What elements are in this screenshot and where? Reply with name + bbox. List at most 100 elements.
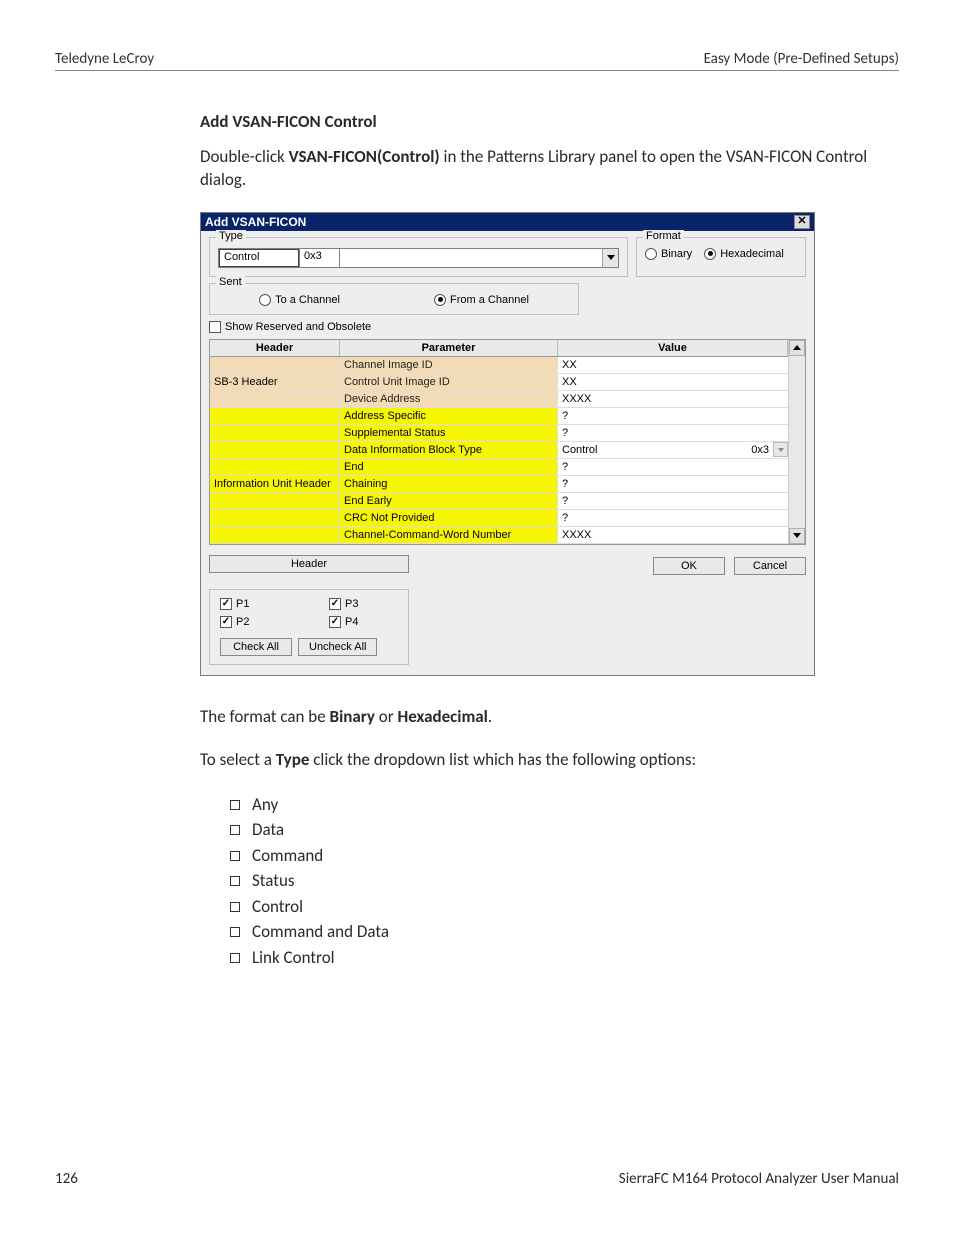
type-dropdown[interactable]: Control 0x3 — [218, 248, 619, 268]
port-p3-checkbox[interactable]: P3 — [329, 598, 398, 610]
ports-group: P1 P3 P2 P4 Check All Uncheck All — [209, 589, 409, 665]
page-header: Teledyne LeCroy Easy Mode (Pre-Defined S… — [55, 50, 899, 71]
value-cell[interactable]: ? — [558, 476, 788, 492]
table-row: Information Unit HeaderChaining? — [210, 476, 788, 493]
params-table: Header Parameter Value Channel Image IDX… — [209, 339, 806, 545]
param-cell: Data Information Block Type — [340, 442, 558, 458]
list-item: Data — [230, 817, 879, 843]
value-cell[interactable]: XX — [558, 357, 788, 373]
table-row: Address Specific? — [210, 408, 788, 425]
header-cell: SB-3 Header — [210, 374, 340, 390]
chevron-down-icon[interactable] — [602, 249, 618, 267]
sent-to-channel-radio[interactable]: To a Channel — [259, 294, 340, 306]
type-legend: Type — [216, 230, 246, 242]
dialog-titlebar: Add VSAN-FICON ✕ — [201, 213, 814, 231]
param-cell: CRC Not Provided — [340, 510, 558, 526]
list-item: Control — [230, 894, 879, 920]
show-reserved-checkbox[interactable]: Show Reserved and Obsolete — [209, 321, 806, 333]
table-row: CRC Not Provided? — [210, 510, 788, 527]
list-item: Command — [230, 843, 879, 869]
section-heading: Add VSAN-FICON Control — [200, 111, 879, 132]
table-header-row: Header Parameter Value — [210, 340, 788, 357]
header-cell: Information Unit Header — [210, 476, 340, 492]
cancel-button[interactable]: Cancel — [734, 557, 806, 575]
param-cell: Channel Image ID — [340, 357, 558, 373]
chevron-down-icon[interactable] — [773, 442, 788, 457]
bullet-icon — [230, 800, 240, 810]
close-icon[interactable]: ✕ — [794, 215, 810, 229]
header-left: Teledyne LeCroy — [55, 50, 154, 68]
header-cell — [210, 391, 340, 407]
type-note: To select a Type click the dropdown list… — [200, 749, 879, 772]
value-cell[interactable]: XX — [558, 374, 788, 390]
page-footer: 126 SierraFC M164 Protocol Analyzer User… — [55, 1170, 899, 1188]
header-cell — [210, 493, 340, 509]
table-row: SB-3 HeaderControl Unit Image IDXX — [210, 374, 788, 391]
scroll-down-icon[interactable] — [789, 528, 805, 544]
table-row: End Early? — [210, 493, 788, 510]
format-hex-radio[interactable]: Hexadecimal — [704, 248, 784, 260]
table-row: Channel Image IDXX — [210, 357, 788, 374]
scroll-up-icon[interactable] — [789, 340, 805, 356]
uncheck-all-button[interactable]: Uncheck All — [298, 638, 377, 656]
port-p2-checkbox[interactable]: P2 — [220, 616, 289, 628]
value-cell[interactable]: ? — [558, 408, 788, 424]
value-cell[interactable]: ? — [558, 493, 788, 509]
header-cell — [210, 459, 340, 475]
bullet-icon — [230, 851, 240, 861]
ok-button[interactable]: OK — [653, 557, 725, 575]
bullet-icon — [230, 927, 240, 937]
format-group: Format Binary Hexadecimal — [636, 237, 806, 277]
format-note: The format can be Binary or Hexadecimal. — [200, 706, 879, 729]
table-row: End? — [210, 459, 788, 476]
bullet-icon — [230, 902, 240, 912]
value-cell[interactable]: XXXX — [558, 527, 788, 543]
format-binary-radio[interactable]: Binary — [645, 248, 692, 260]
list-item: Command and Data — [230, 919, 879, 945]
port-p1-checkbox[interactable]: P1 — [220, 598, 289, 610]
sent-group: Sent To a Channel From a Channel — [209, 283, 579, 315]
intro-paragraph: Double-click VSAN-FICON(Control) in the … — [200, 146, 879, 192]
value-cell[interactable]: ? — [558, 459, 788, 475]
page-number: 126 — [55, 1170, 78, 1188]
param-cell: Channel-Command-Word Number — [340, 527, 558, 543]
header-selector: Header P1 P3 P2 P4 Check All Uncheck All — [209, 555, 409, 665]
sent-from-channel-radio[interactable]: From a Channel — [434, 294, 529, 306]
table-scrollbar[interactable] — [788, 340, 805, 544]
param-cell: Supplemental Status — [340, 425, 558, 441]
type-group: Type Control 0x3 — [209, 237, 628, 277]
check-all-button[interactable]: Check All — [220, 638, 292, 656]
dialog-title: Add VSAN-FICON — [205, 215, 306, 229]
bullet-icon — [230, 953, 240, 963]
port-p4-checkbox[interactable]: P4 — [329, 616, 398, 628]
sent-legend: Sent — [216, 276, 245, 288]
table-row: Data Information Block TypeControl0x3 — [210, 442, 788, 459]
param-cell: Address Specific — [340, 408, 558, 424]
param-cell: Control Unit Image ID — [340, 374, 558, 390]
value-dropdown[interactable]: Control0x3 — [558, 442, 788, 458]
manual-title: SierraFC M164 Protocol Analyzer User Man… — [619, 1170, 899, 1188]
add-vsan-ficon-dialog: Add VSAN-FICON ✕ Type Control 0x3 — [200, 212, 815, 676]
header-cell — [210, 442, 340, 458]
value-cell[interactable]: ? — [558, 425, 788, 441]
header-cell — [210, 357, 340, 373]
header-cell — [210, 510, 340, 526]
format-legend: Format — [643, 230, 684, 242]
param-cell: End — [340, 459, 558, 475]
header-cell — [210, 425, 340, 441]
param-cell: End Early — [340, 493, 558, 509]
table-row: Supplemental Status? — [210, 425, 788, 442]
table-row: Device AddressXXXX — [210, 391, 788, 408]
value-cell[interactable]: ? — [558, 510, 788, 526]
param-cell: Device Address — [340, 391, 558, 407]
header-cell — [210, 408, 340, 424]
list-item: Any — [230, 792, 879, 818]
header-right: Easy Mode (Pre-Defined Setups) — [704, 50, 899, 68]
value-cell[interactable]: XXXX — [558, 391, 788, 407]
table-row: Channel-Command-Word NumberXXXX — [210, 527, 788, 544]
bullet-icon — [230, 825, 240, 835]
header-button[interactable]: Header — [209, 555, 409, 573]
header-cell — [210, 527, 340, 543]
list-item: Link Control — [230, 945, 879, 971]
bullet-icon — [230, 876, 240, 886]
